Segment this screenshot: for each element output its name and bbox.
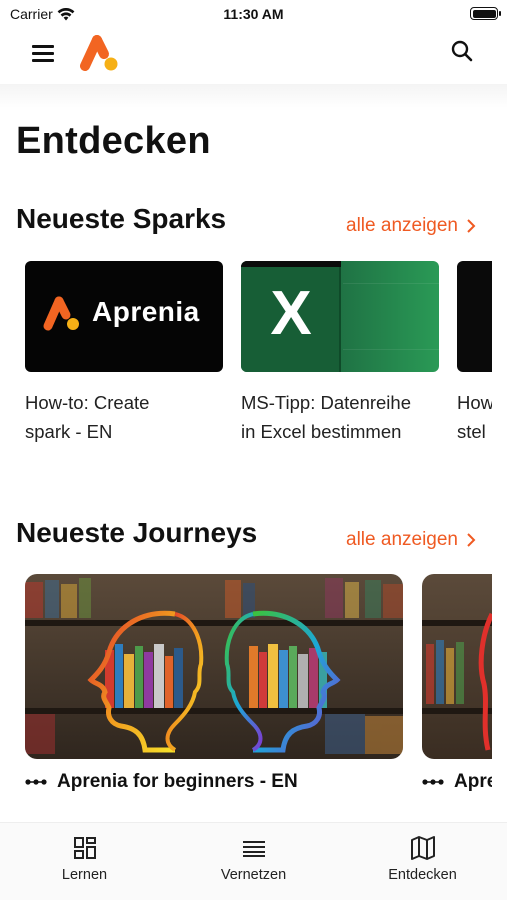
tab-entdecken[interactable]: Entdecken	[338, 823, 507, 900]
list-lines-icon	[242, 841, 265, 857]
spark-card[interactable]: How stel	[457, 261, 492, 446]
excel-icon-top-bar	[241, 261, 341, 267]
spark-caption-line: How	[457, 392, 492, 413]
divider	[343, 349, 439, 350]
tab-lernen[interactable]: Lernen	[0, 823, 169, 900]
spark-caption: How stel	[457, 388, 492, 446]
spark-caption-line: stel	[457, 421, 486, 442]
spark-caption-line: spark - EN	[25, 421, 113, 442]
tab-bar: Lernen Vernetzen Entdecken	[0, 822, 507, 900]
spark-caption-line: in Excel bestimmen	[241, 421, 402, 442]
sparks-see-all-link[interactable]: alle anzeigen	[346, 215, 476, 237]
spark-caption: How-to: Create spark - EN	[25, 388, 223, 446]
grid-icon	[73, 837, 96, 859]
content-area: Neueste Sparks alle anzeigen Aprenia How…	[0, 0, 492, 900]
map-icon	[410, 836, 435, 860]
spark-thumbnail: X	[241, 261, 439, 372]
path-dots-icon	[25, 779, 47, 785]
excel-x-letter: X	[270, 279, 312, 348]
tab-vernetzen[interactable]: Vernetzen	[169, 823, 338, 900]
bookshelf-heads-image	[422, 612, 492, 751]
journeys-section-title: Neueste Journeys	[16, 517, 258, 548]
tab-label: Lernen	[61, 867, 108, 883]
path-dots-icon	[422, 779, 444, 785]
spark-thumbnail: Aprenia	[25, 261, 223, 372]
divider	[343, 283, 439, 284]
spark-card[interactable]: Aprenia How-to: Create spark - EN	[25, 261, 223, 446]
journeys-see-all-link[interactable]: alle anzeigen	[346, 529, 476, 551]
sparks-section-title: Neueste Sparks	[16, 203, 227, 234]
journey-thumbnail	[25, 574, 403, 759]
spark-card[interactable]: X MS-Tipp: Datenreihe in Excel bestimmen	[241, 261, 439, 446]
chevron-right-icon	[467, 219, 476, 233]
chevron-right-icon	[467, 533, 476, 547]
spark-thumb-title: Aprenia	[92, 296, 200, 327]
journey-title: Aprenia for beginners - EN	[57, 771, 298, 792]
journey-card[interactable]: Aprenia for beginners - EN	[25, 574, 403, 793]
journey-caption: Aprenia for beginners - EN	[25, 771, 403, 793]
sparks-see-all-label: alle anzeigen	[346, 215, 458, 236]
journey-title: Apre	[454, 771, 492, 792]
spark-caption-line: MS-Tipp: Datenreihe	[241, 392, 411, 413]
aprenia-logo-icon	[43, 296, 79, 331]
journey-thumbnail	[422, 574, 492, 759]
journey-caption: Apre	[422, 771, 492, 793]
spark-caption: MS-Tipp: Datenreihe in Excel bestimmen	[241, 388, 439, 446]
journeys-see-all-label: alle anzeigen	[346, 529, 458, 550]
bookshelf-heads-image	[25, 574, 403, 759]
tab-label: Vernetzen	[220, 867, 287, 883]
spark-caption-line: How-to: Create	[25, 392, 150, 413]
spark-thumbnail	[457, 261, 492, 372]
tab-label: Entdecken	[388, 867, 457, 883]
journey-card[interactable]: Apre	[422, 574, 492, 793]
